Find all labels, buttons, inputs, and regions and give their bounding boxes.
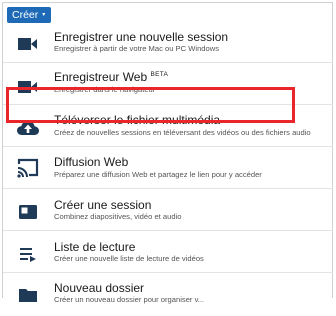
menu-item-subtitle: Créer un nouveau dossier pour organiser … xyxy=(54,295,205,304)
menu-item-playlist[interactable]: Liste de lecture Créer une nouvelle list… xyxy=(3,234,333,274)
highlight-box xyxy=(6,87,295,123)
menu-item-new-folder[interactable]: Nouveau dossier Créer un nouveau dossier… xyxy=(3,276,333,316)
menu-item-subtitle: Créez de nouvelles sessions en téléversa… xyxy=(54,128,311,137)
menu-item-subtitle: Créer une nouvelle liste de lecture de v… xyxy=(54,254,204,263)
menu-item-subtitle: Enregistrer à partir de votre Mac ou PC … xyxy=(54,44,220,53)
menu-item-create-session[interactable]: Créer une session Combinez diapositives,… xyxy=(3,192,333,232)
beta-badge: BETA xyxy=(150,71,169,78)
create-button-label: Créer xyxy=(12,9,39,21)
menu-item-webcast[interactable]: Diffusion Web Préparez une diffusion Web… xyxy=(3,150,333,190)
menu-item-title: Enregistrer une nouvelle session xyxy=(54,30,229,44)
create-button[interactable]: Créer ▾ xyxy=(7,7,52,23)
menu-item-subtitle: Préparez une diffusion Web et partagez l… xyxy=(54,170,262,179)
playlist-icon xyxy=(17,245,39,263)
video-camera-icon xyxy=(17,35,39,53)
menu-item-record[interactable]: Enregistrer une nouvelle session Enregis… xyxy=(3,24,333,64)
cast-icon xyxy=(17,158,39,178)
menu-item-title: Enregistreur Web BETA xyxy=(54,70,168,84)
menu-item-title-text: Enregistreur Web xyxy=(54,70,148,84)
menu-divider xyxy=(3,230,333,231)
menu-divider xyxy=(3,188,333,189)
folder-icon xyxy=(17,286,39,304)
chevron-down-icon: ▾ xyxy=(42,12,46,18)
slides-icon xyxy=(17,203,39,221)
menu-item-title: Créer une session xyxy=(54,198,152,212)
menu-item-title: Nouveau dossier xyxy=(54,281,145,295)
menu-divider xyxy=(3,146,333,147)
menu-item-title: Diffusion Web xyxy=(54,155,129,169)
menu-divider xyxy=(3,272,333,273)
menu-item-title: Liste de lecture xyxy=(54,240,136,254)
menu-item-subtitle: Combinez diapositives, vidéo et audio xyxy=(54,212,182,221)
menu-divider xyxy=(3,62,333,63)
